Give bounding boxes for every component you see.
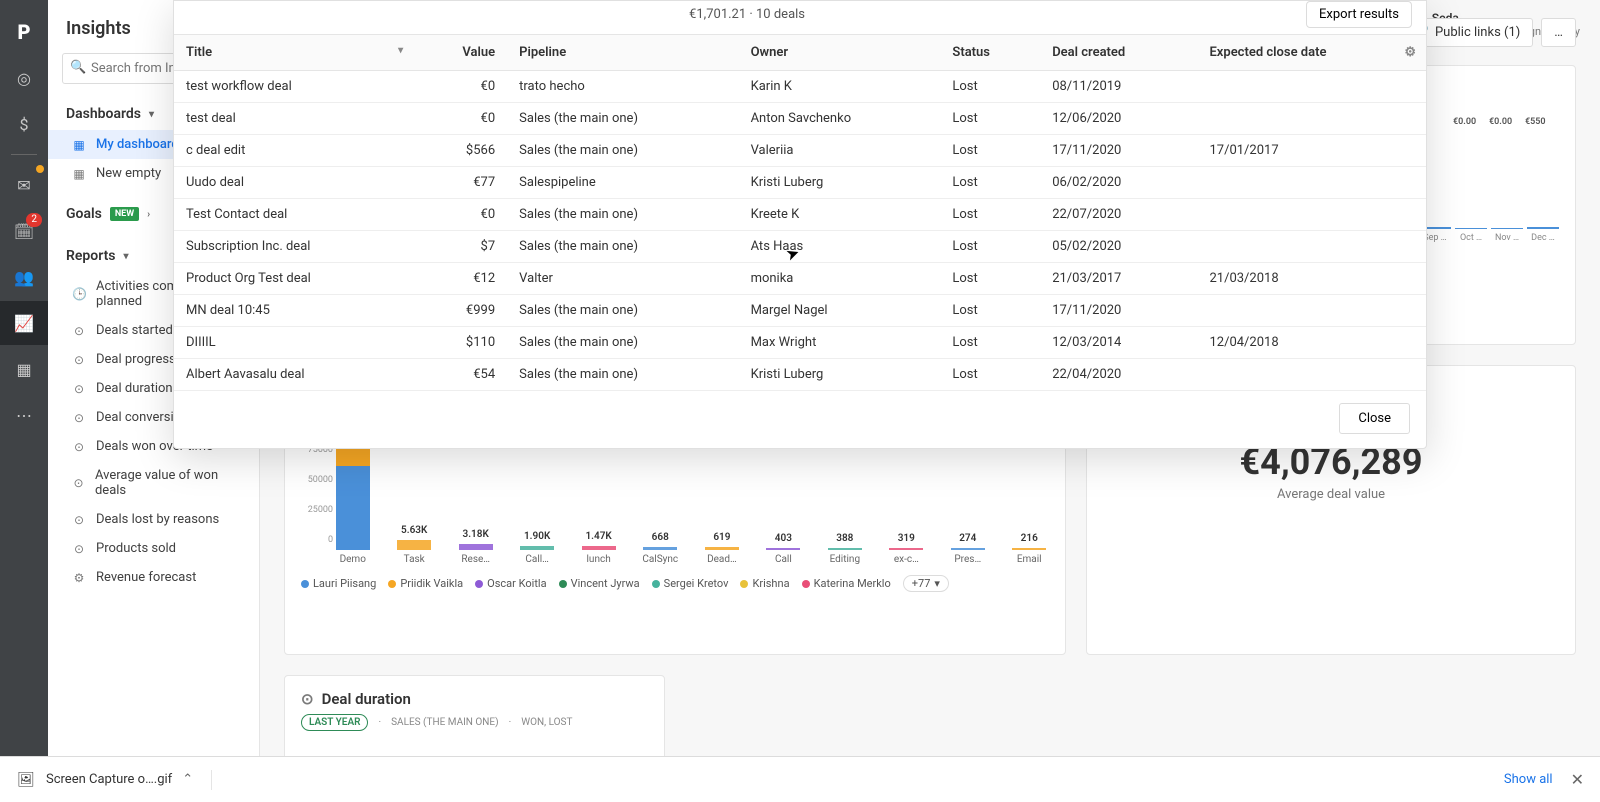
- grid-icon: ▦: [72, 167, 86, 181]
- close-button[interactable]: Close: [1339, 403, 1410, 434]
- new-badge: NEW: [110, 207, 139, 221]
- rail-money-icon[interactable]: $: [0, 102, 48, 146]
- sidebar-item-report[interactable]: ⊙Products sold: [48, 534, 259, 563]
- modal-summary: €1,701.21 · 10 deals: [689, 7, 805, 22]
- grid-icon: ▦: [72, 138, 86, 152]
- table-row[interactable]: MN deal 10:45€999Sales (the main one)Mar…: [174, 295, 1426, 327]
- sidebar-item-report[interactable]: ⚙Revenue forecast: [48, 563, 259, 592]
- coin-icon: ⊙: [72, 542, 86, 556]
- coin-icon: ⊙: [72, 476, 85, 490]
- file-icon: 🖼: [16, 770, 36, 790]
- coin-icon: ⊙: [72, 324, 86, 338]
- chevron-down-icon: ▾: [934, 577, 940, 590]
- table-header[interactable]: Deal created: [1040, 35, 1197, 71]
- avg-value-label: Average deal value: [1103, 487, 1559, 502]
- table-row[interactable]: Test Contact deal€0Sales (the main one)K…: [174, 199, 1426, 231]
- legend-more[interactable]: +77 ▾: [903, 575, 949, 592]
- download-bar: 🖼 Screen Capture o….gif ⌃ Show all ✕: [0, 756, 1600, 802]
- clock-icon: 🕒: [72, 287, 86, 301]
- coin-icon: ⊙: [72, 440, 86, 454]
- table-row[interactable]: test workflow deal€0trato hechoKarin KLo…: [174, 71, 1426, 103]
- table-row[interactable]: Product Org Test deal€12ValtermonikaLost…: [174, 263, 1426, 295]
- rail-contacts-icon[interactable]: 👥: [0, 255, 48, 299]
- table-row[interactable]: test deal€0Sales (the main one)Anton Sav…: [174, 103, 1426, 135]
- download-filename: Screen Capture o….gif: [46, 772, 172, 787]
- table-header[interactable]: Title: [174, 35, 415, 71]
- rail-divider: [11, 154, 37, 155]
- rail-insights-icon[interactable]: 📈: [0, 301, 48, 345]
- chevron-up-icon[interactable]: ⌃: [182, 772, 193, 787]
- table-settings-icon[interactable]: ⚙: [1404, 45, 1416, 60]
- more-button[interactable]: …: [1541, 18, 1576, 47]
- rail-more-icon[interactable]: ⋯: [0, 393, 48, 437]
- coin-icon: ⊙: [72, 382, 86, 396]
- table-row[interactable]: DIIIIL$110Sales (the main one)Max Wright…: [174, 327, 1426, 359]
- coin-icon: ⊙: [72, 513, 86, 527]
- rail-box-icon[interactable]: ▦: [0, 347, 48, 391]
- table-header[interactable]: Pipeline: [507, 35, 738, 71]
- app-logo[interactable]: P: [0, 10, 48, 54]
- export-results-button[interactable]: Export results: [1306, 1, 1412, 28]
- table-row[interactable]: c deal edit$566Sales (the main one)Valer…: [174, 135, 1426, 167]
- table-row[interactable]: Albert Aavasalu deal€54Sales (the main o…: [174, 359, 1426, 391]
- rail-calendar-icon[interactable]: 🗓2: [0, 209, 48, 253]
- activities-legend: Lauri PiisangPriidik VaiklaOscar KoitlaV…: [301, 575, 1049, 592]
- table-header[interactable]: Status: [940, 35, 1040, 71]
- table-header[interactable]: Value: [415, 35, 507, 71]
- rail-mail-icon[interactable]: ✉: [0, 163, 48, 207]
- chevron-right-icon: ›: [147, 209, 150, 220]
- icon-rail: P ◎ $ ✉ 🗓2 👥 📈 ▦ ⋯: [0, 0, 48, 802]
- show-all-link[interactable]: Show all: [1504, 772, 1553, 787]
- sidebar-item-report[interactable]: ⊙Average value of won deals: [48, 461, 259, 505]
- search-icon: 🔍: [70, 60, 86, 75]
- chevron-down-icon: ▾: [149, 109, 154, 120]
- table-header[interactable]: Expected close date⚙: [1197, 35, 1426, 71]
- chevron-down-icon: ▾: [124, 251, 129, 262]
- deals-table: TitleValuePipelineOwnerStatusDeal create…: [174, 34, 1426, 391]
- sidebar-item-report[interactable]: ⊙Deals lost by reasons: [48, 505, 259, 534]
- close-icon[interactable]: ✕: [1571, 770, 1584, 789]
- coin-icon: ⊙: [72, 353, 86, 367]
- coin-icon: ⊙: [301, 690, 314, 708]
- table-row[interactable]: Uudo deal€77SalespipelineKristi LubergLo…: [174, 167, 1426, 199]
- coin-icon: ⊙: [72, 411, 86, 425]
- gear-icon: ⚙: [72, 571, 86, 585]
- table-header[interactable]: Owner: [739, 35, 941, 71]
- rail-target-icon[interactable]: ◎: [0, 56, 48, 100]
- deals-modal: €1,701.21 · 10 deals Export results Titl…: [173, 0, 1427, 449]
- download-file-chip[interactable]: 🖼 Screen Capture o….gif ⌃: [16, 770, 212, 790]
